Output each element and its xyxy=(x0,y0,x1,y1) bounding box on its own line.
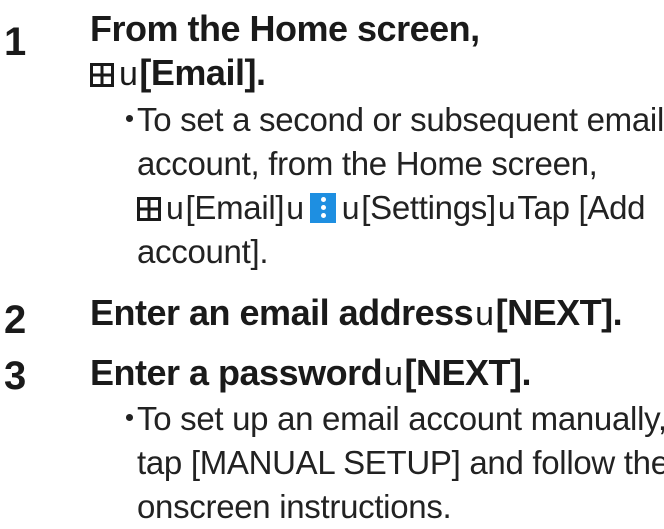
step-number: 2 xyxy=(4,298,27,342)
note-line: onscreen instructions. xyxy=(137,488,452,525)
bullet-dot: ・ xyxy=(113,101,146,138)
menu-more-icon xyxy=(309,193,336,223)
step-heading: From the Home screen, xyxy=(90,8,480,50)
step-heading-line2: u[Email]. xyxy=(90,52,266,95)
arrow-glyph: u xyxy=(166,190,184,226)
arrow-glyph: u xyxy=(384,355,403,393)
email-label: [Email] xyxy=(185,189,285,226)
arrow-glyph: u xyxy=(497,190,516,226)
note-line: tap [MANUAL SETUP] and follow the xyxy=(137,444,664,481)
step-note: ・ To set up an email account manually, t… xyxy=(111,397,664,529)
note-line: To set a second or subsequent email xyxy=(137,101,664,138)
apps-grid-icon xyxy=(137,197,161,221)
step-heading: Enter a passwordu[NEXT]. xyxy=(90,352,532,395)
arrow-glyph: u xyxy=(119,55,138,93)
step-heading-line1: From the Home screen, xyxy=(90,8,480,49)
note-line: To set up an email account manually, xyxy=(137,400,664,437)
settings-label: [Settings] xyxy=(361,189,496,226)
step-number: 3 xyxy=(4,354,27,398)
step-heading-text: Enter a password xyxy=(90,352,383,393)
note-line: account]. xyxy=(137,233,269,270)
note-line: account, from the Home screen, xyxy=(137,145,598,182)
arrow-glyph: u xyxy=(286,190,304,226)
email-label: [Email]. xyxy=(139,52,266,93)
note-line-with-icons: u[Email]u u[Settings]uTap [Add xyxy=(111,186,664,230)
arrow-glyph: u xyxy=(475,295,494,333)
next-label: [NEXT]. xyxy=(495,292,623,333)
step-note: ・ To set a second or subsequent email ac… xyxy=(111,98,664,274)
next-label: [NEXT]. xyxy=(404,352,532,393)
step-heading: Enter an email addressu[NEXT]. xyxy=(90,292,623,335)
arrow-glyph: u xyxy=(341,190,360,226)
apps-grid-icon xyxy=(90,63,114,87)
step-heading-text: Enter an email address xyxy=(90,292,474,333)
step-number: 1 xyxy=(4,20,27,64)
bullet-dot: ・ xyxy=(113,400,146,437)
tap-add-label: Tap [Add xyxy=(517,189,646,226)
